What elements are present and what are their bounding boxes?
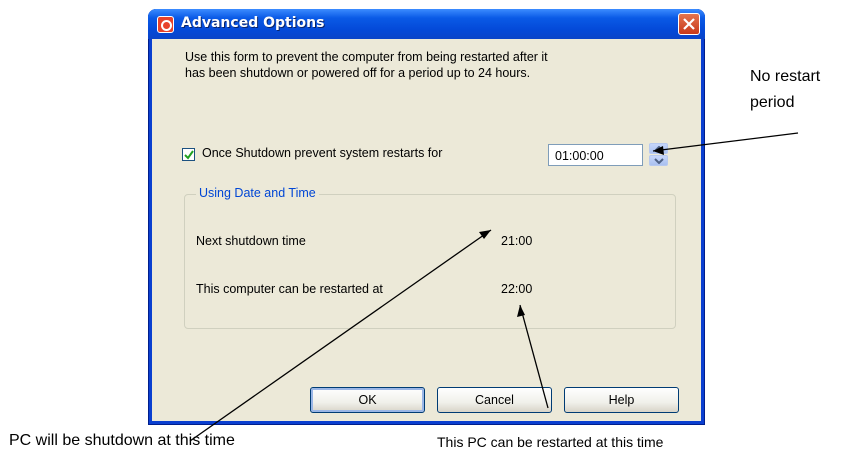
restart-annotation: This PC can be restarted at this time	[437, 434, 664, 450]
annotation-arrows	[189, 132, 799, 442]
no-restart-annotation-line-2: period	[750, 94, 795, 111]
no-restart-annotation-line-1: No restart	[750, 68, 821, 85]
arrow-to-restart-time	[519, 304, 549, 409]
arrowhead-time-field	[653, 146, 664, 155]
shutdown-annotation: PC will be shutdown at this time	[9, 432, 235, 449]
arrow-to-time-field	[652, 132, 799, 152]
arrow-to-shutdown-time	[189, 229, 492, 442]
no-restart-annotation: No restart period	[750, 64, 820, 116]
